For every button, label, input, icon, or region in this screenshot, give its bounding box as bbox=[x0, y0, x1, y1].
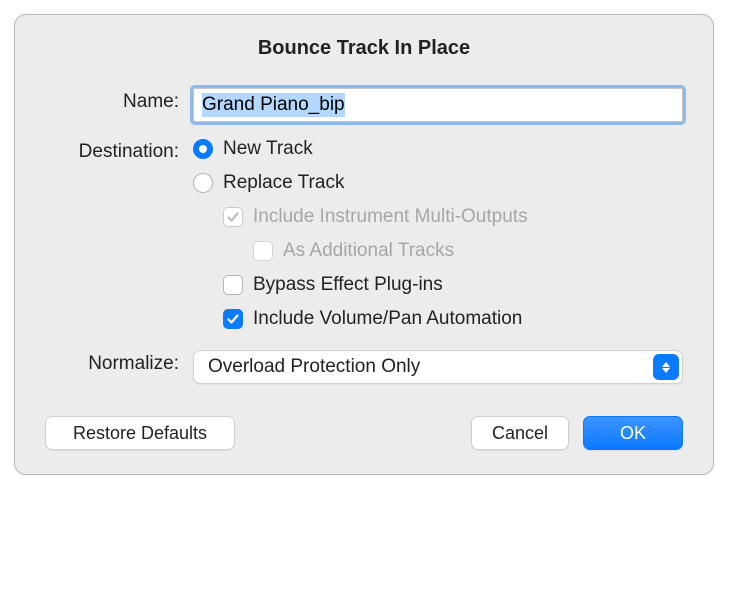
destination-label: Destination: bbox=[45, 138, 193, 163]
include-volpan-checkbox[interactable] bbox=[223, 309, 243, 329]
new-track-label: New Track bbox=[223, 138, 313, 160]
include-multi-checkbox bbox=[223, 207, 243, 227]
normalize-value: Overload Protection Only bbox=[208, 356, 420, 378]
name-input-value: Grand Piano_bip bbox=[202, 93, 345, 117]
name-label: Name: bbox=[45, 88, 193, 113]
include-volpan-label: Include Volume/Pan Automation bbox=[253, 308, 522, 330]
normalize-label: Normalize: bbox=[45, 350, 193, 375]
bypass-fx-label: Bypass Effect Plug-ins bbox=[253, 274, 443, 296]
include-multi-label: Include Instrument Multi-Outputs bbox=[253, 206, 528, 228]
bypass-fx-checkbox[interactable] bbox=[223, 275, 243, 295]
replace-track-radio[interactable] bbox=[193, 173, 213, 193]
normalize-select[interactable]: Overload Protection Only bbox=[193, 350, 683, 384]
name-input[interactable]: Grand Piano_bip bbox=[193, 88, 683, 122]
as-additional-checkbox bbox=[253, 241, 273, 261]
ok-button[interactable]: OK bbox=[583, 416, 683, 450]
bounce-dialog: Bounce Track In Place Name: Grand Piano_… bbox=[14, 14, 714, 475]
restore-defaults-button[interactable]: Restore Defaults bbox=[45, 416, 235, 450]
as-additional-label: As Additional Tracks bbox=[283, 240, 454, 262]
new-track-radio[interactable] bbox=[193, 139, 213, 159]
dialog-title: Bounce Track In Place bbox=[45, 37, 683, 60]
replace-track-label: Replace Track bbox=[223, 172, 344, 194]
chevron-updown-icon[interactable] bbox=[653, 354, 679, 380]
cancel-button[interactable]: Cancel bbox=[471, 416, 569, 450]
